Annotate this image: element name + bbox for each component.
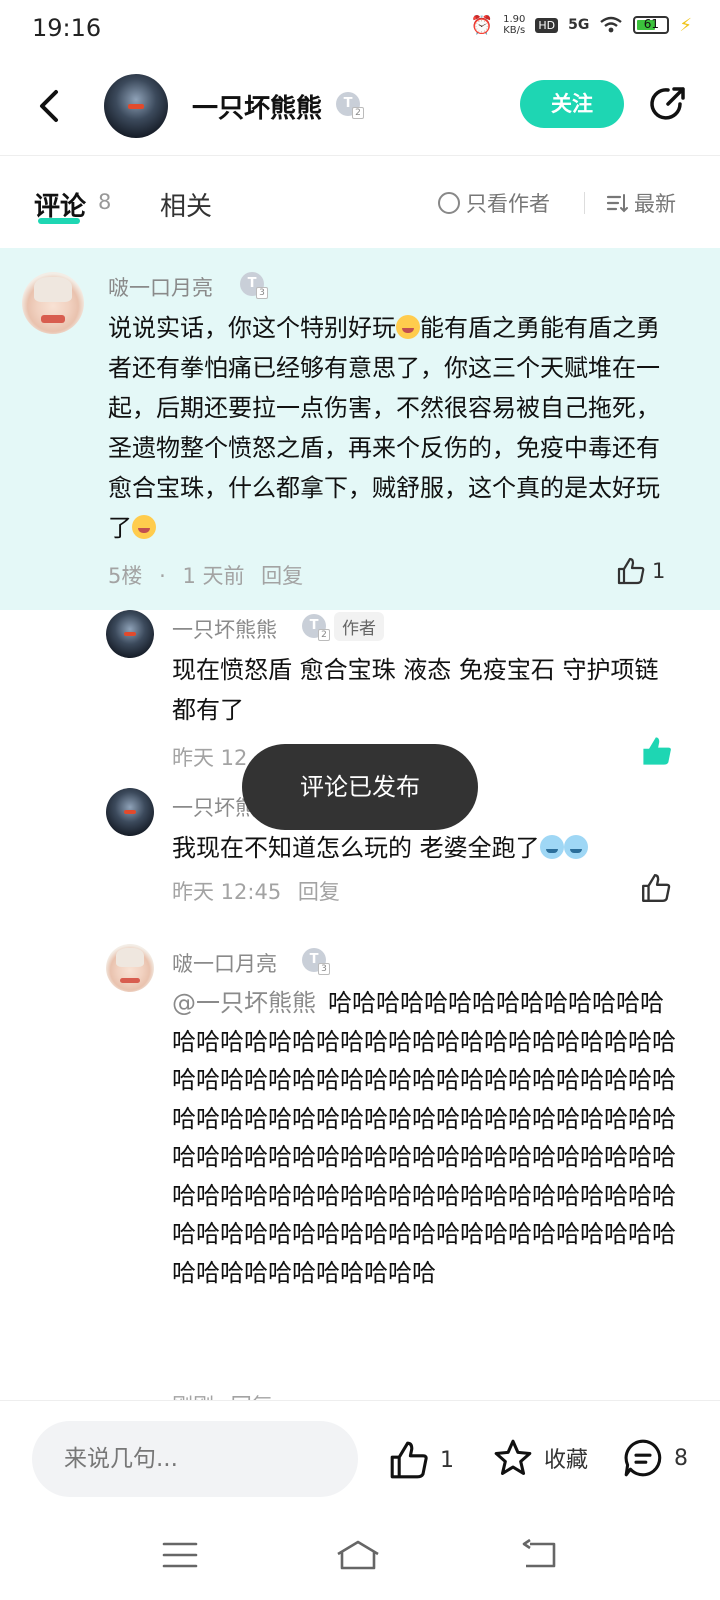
reply-text: @一只坏熊熊 哈哈哈哈哈哈哈哈哈哈哈哈哈哈哈哈哈哈哈哈哈哈哈哈哈哈哈哈哈哈哈哈哈哈… <box>172 989 676 1287</box>
comment-time: 1 天前 <box>182 564 245 588</box>
reply-button[interactable]: 回复 <box>261 564 303 588</box>
menu-icon[interactable] <box>160 1538 200 1572</box>
comment-meta: 5楼 · 1 天前 回复 <box>108 560 313 590</box>
reply-button[interactable]: 回复 <box>298 880 340 904</box>
comments-count: 8 <box>98 190 112 214</box>
share-icon[interactable] <box>646 82 690 126</box>
hd-icon: HD <box>535 17 559 33</box>
status-bar: 19:16 ⏰ 1.90 KB/s HD 5G 61 ⚡ <box>0 0 720 60</box>
toast-message: 评论已发布 <box>242 744 478 830</box>
sort-toggle[interactable]: 最新 <box>606 188 676 218</box>
reply-avatar[interactable] <box>106 788 154 836</box>
thumbs-up-icon <box>390 1441 428 1479</box>
bottom-like-button[interactable]: 1 <box>388 1439 454 1481</box>
speed-value: 1.90 <box>503 14 526 25</box>
author-badge: 作者 <box>334 612 384 641</box>
mention-link[interactable]: @一只坏熊熊 <box>172 989 316 1017</box>
highlighted-comment: 啵一口月亮 T 3 说说实话，你这个特别好玩 能有盾之勇能有盾之勇者还有拳怕痛已经… <box>0 248 720 610</box>
favorite-label: 收藏 <box>544 1448 589 1473</box>
back-arrow-icon[interactable] <box>30 84 74 128</box>
thumbs-up-icon[interactable] <box>640 872 672 904</box>
alarm-icon: ⏰ <box>470 14 494 36</box>
comment-input[interactable]: 来说几句... <box>32 1421 358 1497</box>
sort-icon <box>606 194 628 213</box>
favorite-button[interactable]: 收藏 <box>492 1437 588 1479</box>
bottom-comment-count: 8 <box>674 1445 688 1471</box>
bottom-action-bar: 来说几句... 1 收藏 8 <box>0 1400 720 1510</box>
reply-item: 啵一口月亮 T 3 @一只坏熊熊 哈哈哈哈哈哈哈哈哈哈哈哈哈哈哈哈哈哈哈哈哈哈哈哈… <box>0 944 720 1400</box>
crying-emoji-icon <box>539 835 564 859</box>
commenter-avatar[interactable] <box>22 272 84 334</box>
comment-tabs: 评论 8 相关 只看作者 最新 <box>0 156 720 248</box>
crying-emoji-icon <box>563 835 588 859</box>
sort-label: 最新 <box>634 192 676 216</box>
heart-eyes-emoji-icon <box>396 315 420 339</box>
heart-eyes-emoji-icon <box>132 515 156 539</box>
only-author-label: 只看作者 <box>466 192 550 216</box>
charging-icon: ⚡ <box>679 14 692 36</box>
star-icon <box>494 1439 532 1475</box>
follow-button[interactable]: 关注 <box>520 80 624 128</box>
thumbs-up-filled-icon[interactable] <box>640 734 674 768</box>
reply-text: 现在愤怒盾 愈合宝珠 液态 免疫宝石 守护项链都有了 <box>172 656 659 724</box>
divider <box>584 192 585 214</box>
battery-icon: 61 <box>633 16 670 34</box>
bottom-like-count: 1 <box>440 1447 454 1473</box>
level-badge: T 3 <box>302 948 330 975</box>
reply-username[interactable]: 一只坏熊熊 <box>172 614 277 644</box>
reply-meta: 昨天 12 <box>172 742 257 772</box>
radio-circle-icon <box>438 192 460 214</box>
reply-username[interactable]: 啵一口月亮 <box>172 948 277 978</box>
reply-time: 昨天 12:45 <box>172 880 282 904</box>
comment-bubble-icon <box>624 1439 662 1477</box>
system-nav-bar <box>0 1510 720 1600</box>
level-badge: T 2 <box>302 614 330 641</box>
thumbs-up-icon <box>617 557 645 585</box>
wifi-icon <box>600 16 623 33</box>
tab-active-indicator <box>38 218 80 224</box>
speed-unit: KB/s <box>503 25 526 36</box>
floor-number: 5楼 <box>108 564 143 588</box>
signal-5g-icon: 5G <box>568 17 590 33</box>
reply-avatar[interactable] <box>106 944 154 992</box>
back-nav-icon[interactable] <box>520 1538 560 1572</box>
level-badge: T 2 <box>336 92 364 119</box>
app-header: 一只坏熊熊 T 2 关注 <box>0 60 720 156</box>
reply-time: 昨天 12 <box>172 746 248 770</box>
commenter-name[interactable]: 啵一口月亮 <box>108 272 213 302</box>
reply-avatar[interactable] <box>106 610 154 658</box>
comments-button[interactable]: 8 <box>622 1437 688 1479</box>
battery-level: 61 <box>643 17 659 31</box>
comment-text: 说说实话，你这个特别好玩 能有盾之勇能有盾之勇者还有拳怕痛已经够有意思了，你这三个… <box>108 314 660 542</box>
home-icon[interactable] <box>334 1538 382 1572</box>
status-time: 19:16 <box>32 14 102 42</box>
author-avatar[interactable] <box>104 74 168 138</box>
reply-text: 我现在不知道怎么玩的 老婆全跑了 <box>172 828 682 868</box>
network-speed: 1.90 KB/s <box>503 14 525 36</box>
like-button[interactable]: 1 <box>616 556 665 586</box>
reply-meta: 刚刚 回复 <box>172 1390 283 1400</box>
author-name[interactable]: 一只坏熊熊 <box>192 88 322 125</box>
only-author-toggle[interactable]: 只看作者 <box>438 188 550 218</box>
like-count: 1 <box>652 559 666 583</box>
status-icons: ⏰ 1.90 KB/s HD 5G 61 ⚡ <box>471 14 692 36</box>
level-badge: T 3 <box>240 272 268 299</box>
reply-meta: 昨天 12:45 回复 <box>172 876 350 906</box>
tab-related[interactable]: 相关 <box>160 186 212 223</box>
meta-dot: · <box>159 564 166 588</box>
